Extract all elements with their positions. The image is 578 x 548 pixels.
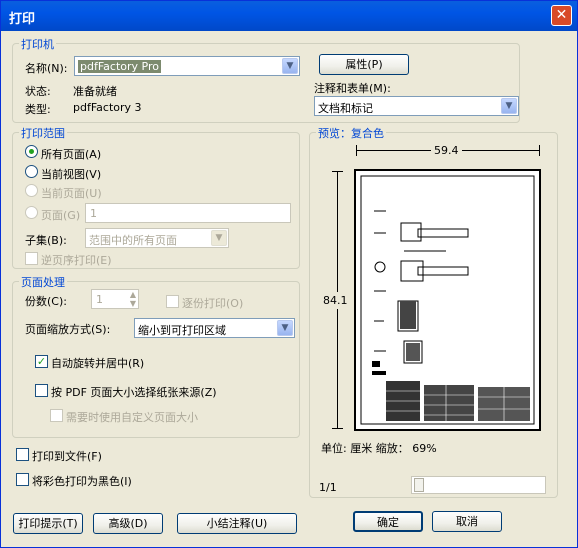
page-slider[interactable] xyxy=(411,476,546,494)
printer-status-label: 状态: xyxy=(25,85,51,98)
chevron-down-icon: ▼ xyxy=(282,58,298,74)
print-grayscale-label[interactable]: 将彩色打印为黑色(I) xyxy=(32,473,132,489)
summarize-comments-button[interactable]: 小结注释(U) xyxy=(177,513,297,534)
choose-paper-label[interactable]: 按 PDF 页面大小选择纸张来源(Z) xyxy=(51,384,217,400)
custom-size-checkbox[interactable] xyxy=(50,409,63,422)
printer-name-select[interactable]: pdfFactory Pro ▼ xyxy=(74,56,300,76)
collate-label[interactable]: 逐份打印(O) xyxy=(182,295,243,311)
all-pages-label[interactable]: 所有页面(A) xyxy=(41,146,101,162)
chevron-down-icon: ▼ xyxy=(277,320,293,336)
page-slider-thumb[interactable] xyxy=(414,478,424,492)
pages-radio[interactable] xyxy=(25,206,38,219)
page-preview-drawing xyxy=(360,175,535,425)
comments-forms-label: 注释和表单(M): xyxy=(314,82,391,95)
advanced-button[interactable]: 高级(D) xyxy=(93,513,163,534)
printer-status-value: 准备就绪 xyxy=(73,85,117,98)
stepper-arrows-icon: ▲ ▼ xyxy=(129,290,136,308)
reverse-pages-label[interactable]: 逆页序打印(E) xyxy=(41,252,112,268)
scaling-label: 页面缩放方式(S): xyxy=(25,323,111,336)
page-indicator: 1/1 xyxy=(319,481,337,494)
scaling-select[interactable]: 缩小到可打印区域 ▼ xyxy=(134,318,295,338)
width-dimension-tick xyxy=(539,145,540,156)
print-tips-button[interactable]: 打印提示(T) xyxy=(13,513,83,534)
cancel-button[interactable]: 取消 xyxy=(432,511,502,532)
print-to-file-label[interactable]: 打印到文件(F) xyxy=(32,448,102,464)
print-to-file-checkbox[interactable] xyxy=(16,448,29,461)
print-range-label: 打印范围 xyxy=(19,125,67,141)
current-view-radio[interactable] xyxy=(25,165,38,178)
auto-rotate-checkbox[interactable]: ✓ xyxy=(35,355,48,368)
preview-width: 59.4 xyxy=(431,144,462,157)
comments-forms-select[interactable]: 文档和标记 ▼ xyxy=(314,96,519,116)
pages-input[interactable]: 1 xyxy=(85,203,291,223)
unit-zoom-text: 单位: 厘米 缩放： 69% xyxy=(321,442,437,455)
scaling-value: 缩小到可打印区域 xyxy=(138,324,226,337)
current-page-radio[interactable] xyxy=(25,184,38,197)
height-dimension-tick xyxy=(332,428,343,429)
print-dialog: 打印 ✕ 打印机 名称(N): pdfFactory Pro ▼ 状态: 准备就… xyxy=(0,0,578,548)
preview-label: 预览：复合色 xyxy=(316,125,386,141)
reverse-pages-checkbox[interactable] xyxy=(25,252,38,265)
pages-label[interactable]: 页面(G) xyxy=(41,207,80,223)
copies-stepper[interactable]: 1 ▲ ▼ xyxy=(91,289,139,309)
subset-value: 范围中的所有页面 xyxy=(89,234,177,247)
choose-paper-checkbox[interactable] xyxy=(35,384,48,397)
page-preview xyxy=(354,169,541,431)
close-icon: ✕ xyxy=(555,7,568,23)
printer-name-value: pdfFactory Pro xyxy=(78,60,161,73)
comments-forms-value: 文档和标记 xyxy=(318,102,373,115)
print-grayscale-checkbox[interactable] xyxy=(16,473,29,486)
preview-height: 84.1 xyxy=(323,292,348,309)
chevron-down-icon: ▼ xyxy=(211,230,227,246)
width-dimension-tick xyxy=(356,145,357,156)
pages-input-value: 1 xyxy=(90,207,97,220)
ok-button[interactable]: 确定 xyxy=(353,511,423,532)
collate-checkbox[interactable] xyxy=(166,295,179,308)
height-dimension-tick xyxy=(332,171,343,172)
subset-select[interactable]: 范围中的所有页面 ▼ xyxy=(85,228,229,248)
page-handling-label: 页面处理 xyxy=(19,274,67,290)
chevron-down-icon: ▼ xyxy=(501,98,517,114)
current-view-label[interactable]: 当前视图(V) xyxy=(41,166,101,182)
copies-label: 份数(C): xyxy=(25,295,67,308)
title-bar: 打印 ✕ xyxy=(1,1,577,31)
all-pages-radio[interactable] xyxy=(25,145,38,158)
printer-type-value: pdfFactory 3 xyxy=(73,101,142,114)
dialog-title: 打印 xyxy=(9,12,36,27)
printer-group-label: 打印机 xyxy=(19,36,56,52)
custom-size-label[interactable]: 需要时使用自定义页面大小 xyxy=(66,409,198,425)
subset-label: 子集(B): xyxy=(25,234,67,247)
printer-type-label: 类型: xyxy=(25,103,51,116)
auto-rotate-label[interactable]: 自动旋转并居中(R) xyxy=(51,355,144,371)
properties-button[interactable]: 属性(P) xyxy=(319,54,409,75)
close-button[interactable]: ✕ xyxy=(551,5,572,26)
current-page-label[interactable]: 当前页面(U) xyxy=(41,185,102,201)
printer-name-label: 名称(N): xyxy=(25,62,68,75)
copies-value: 1 xyxy=(96,293,103,306)
